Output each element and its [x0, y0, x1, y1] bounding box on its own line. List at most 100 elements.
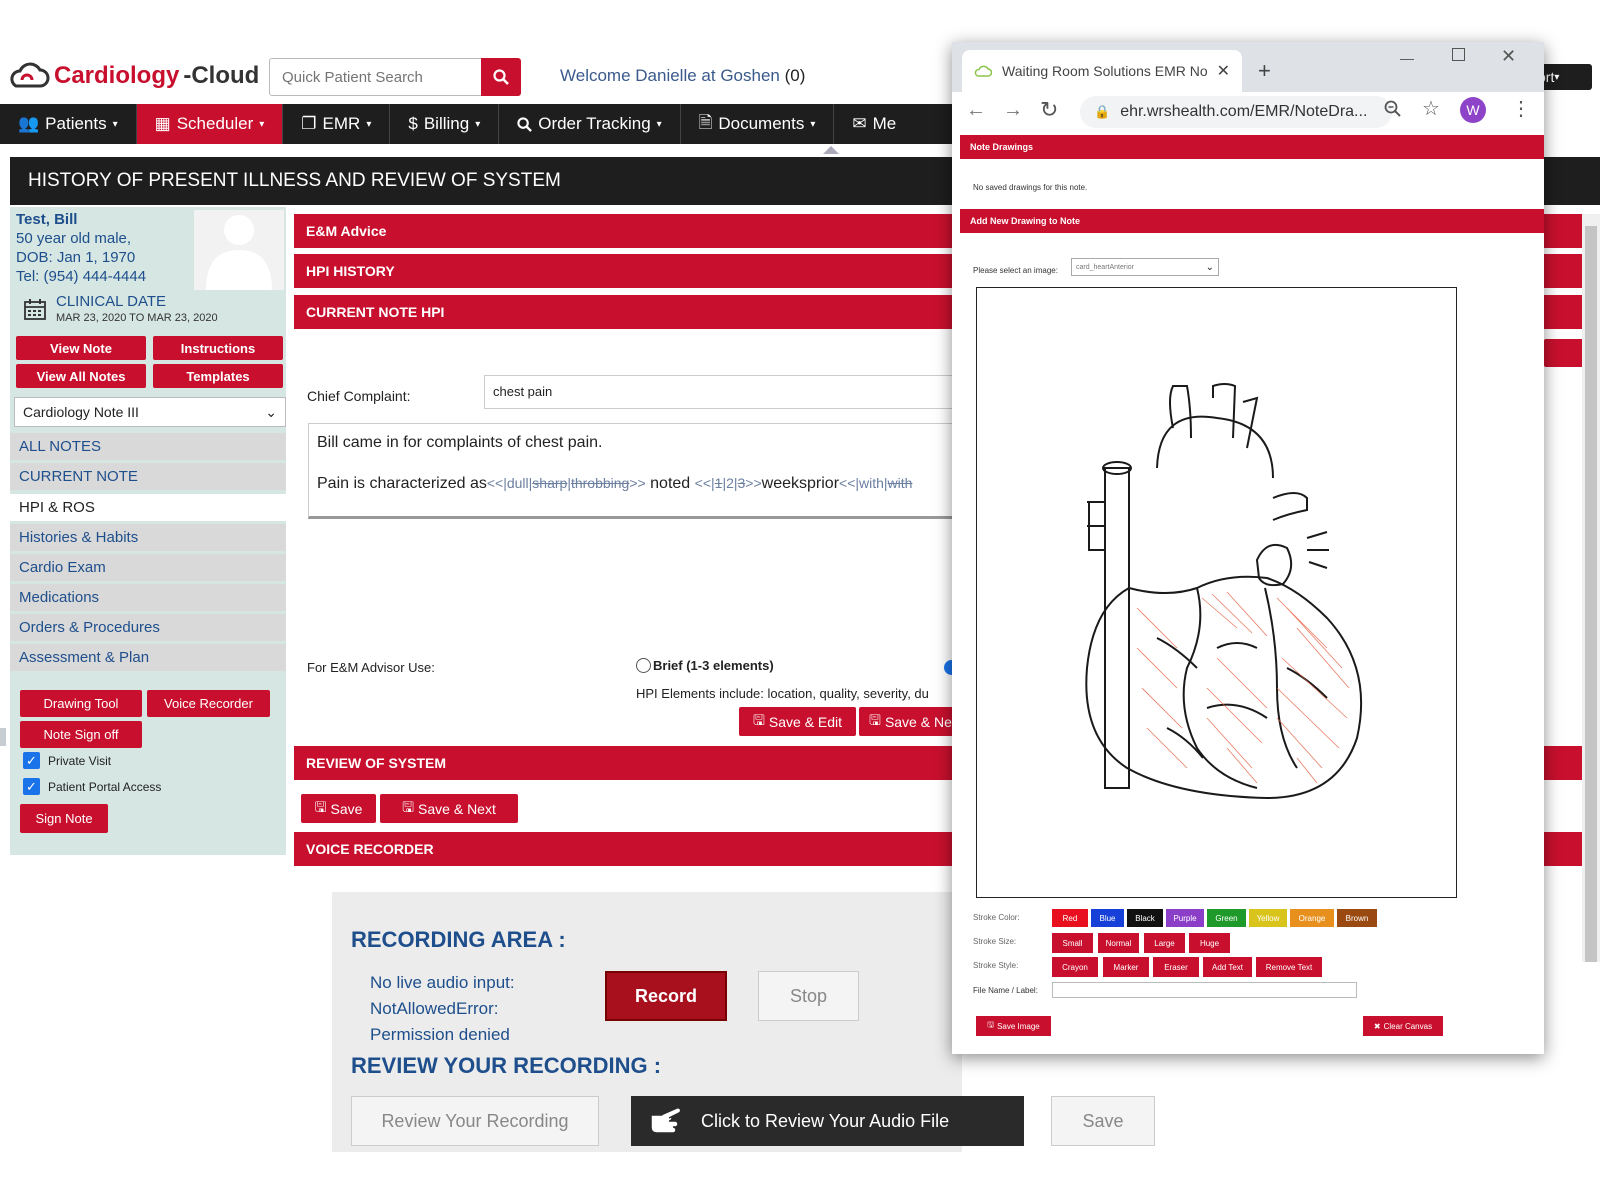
- nav-patients[interactable]: 👥 Patients ▾: [0, 104, 137, 144]
- close-tab-icon[interactable]: ✕: [1217, 61, 1230, 81]
- stroke-color-orange-button[interactable]: Orange: [1290, 909, 1334, 927]
- sidebar-item-all-notes[interactable]: ALL NOTES: [10, 433, 286, 460]
- hpi-option-struck[interactable]: sharp: [532, 475, 567, 491]
- stroke-style-crayon-button[interactable]: Crayon: [1052, 957, 1098, 977]
- search-button[interactable]: [481, 58, 521, 96]
- hpi-line-1: Bill came in for complaints of chest pai…: [317, 434, 603, 451]
- ros-save-next-button[interactable]: 🖫 Save & Next: [380, 794, 518, 823]
- sidebar-item-orders-procedures[interactable]: Orders & Procedures: [10, 614, 286, 641]
- drawing-tool-button[interactable]: Drawing Tool: [20, 690, 142, 717]
- nav-scheduler[interactable]: ▦ Scheduler ▾: [136, 104, 284, 144]
- new-tab-icon[interactable]: +: [1258, 58, 1271, 84]
- stroke-style-eraser-button[interactable]: Eraser: [1153, 957, 1199, 977]
- note-sign-off-button[interactable]: Note Sign off: [20, 721, 142, 748]
- recording-save-button[interactable]: Save: [1051, 1096, 1155, 1146]
- sidebar-item-assessment-plan[interactable]: Assessment & Plan: [10, 644, 286, 671]
- quick-patient-search-input[interactable]: [269, 58, 482, 96]
- note-template-select[interactable]: Cardiology Note III ⌄: [14, 397, 286, 427]
- view-all-notes-button[interactable]: View All Notes: [16, 364, 146, 388]
- ros-save-next-label: Save & Next: [418, 800, 496, 817]
- voice-recorder-button[interactable]: Voice Recorder: [147, 690, 270, 717]
- dollar-icon: $: [408, 114, 418, 133]
- stroke-color-red-button[interactable]: Red: [1052, 909, 1088, 927]
- welcome-message[interactable]: Welcome Danielle at Goshen (0): [560, 66, 805, 86]
- profile-avatar[interactable]: W: [1460, 97, 1486, 123]
- kebab-menu-icon[interactable]: ⋮: [1511, 96, 1531, 121]
- file-name-input[interactable]: [1052, 982, 1357, 998]
- hpi-option[interactable]: <<|: [695, 475, 715, 491]
- note-drawings-header[interactable]: Note Drawings: [960, 135, 1544, 159]
- hpi-textarea[interactable]: Bill came in for complaints of chest pai…: [308, 423, 964, 519]
- sidebar-item-current-note[interactable]: CURRENT NOTE: [10, 463, 286, 490]
- save-next-button-top[interactable]: 🖫 Save & Ne: [859, 707, 954, 736]
- stop-button[interactable]: Stop: [758, 971, 859, 1021]
- stroke-color-green-button[interactable]: Green: [1207, 909, 1246, 927]
- zoom-icon[interactable]: [1384, 100, 1402, 123]
- stroke-color-blue-button[interactable]: Blue: [1091, 909, 1124, 927]
- clinical-date-label: CLINICAL DATE: [56, 293, 167, 310]
- nav-documents[interactable]: 🗎 Documents ▾: [681, 104, 835, 144]
- nav-messages[interactable]: ✉ Me: [834, 104, 914, 144]
- app-logo[interactable]: Cardiology -Cloud: [6, 58, 259, 94]
- address-bar[interactable]: 🔒 ehr.wrshealth.com/EMR/NoteDra...: [1080, 96, 1392, 128]
- nav-emr[interactable]: ❐ EMR ▾: [283, 104, 391, 144]
- instructions-button[interactable]: Instructions: [153, 336, 283, 360]
- stroke-size-normal-button[interactable]: Normal: [1098, 933, 1139, 953]
- nav-label: Me: [872, 114, 897, 133]
- view-note-button[interactable]: View Note: [16, 336, 146, 360]
- nav-billing[interactable]: $ Billing ▾: [390, 104, 500, 144]
- sign-note-button[interactable]: Sign Note: [20, 804, 108, 833]
- nav-order-tracking[interactable]: Order Tracking ▾: [499, 104, 681, 144]
- back-arrow-icon[interactable]: ←: [966, 99, 986, 122]
- remove-text-button[interactable]: Remove Text: [1256, 957, 1322, 977]
- sidebar-item-cardio-exam[interactable]: Cardio Exam: [10, 554, 286, 581]
- drawing-canvas[interactable]: [976, 287, 1457, 898]
- add-text-button[interactable]: Add Text: [1203, 957, 1252, 977]
- browser-tab[interactable]: Waiting Room Solutions EMR No ✕: [962, 50, 1242, 92]
- stroke-color-yellow-button[interactable]: Yellow: [1249, 909, 1287, 927]
- hpi-option[interactable]: <<|with|: [839, 475, 888, 491]
- heart-anatomy-image: [1085, 383, 1363, 800]
- hpi-option[interactable]: |2|: [722, 475, 737, 491]
- forward-arrow-icon[interactable]: →: [1003, 99, 1023, 122]
- clear-canvas-button[interactable]: ✖ Clear Canvas: [1363, 1016, 1443, 1036]
- templates-button[interactable]: Templates: [153, 364, 283, 388]
- image-select[interactable]: card_heartAnterior ⌄: [1071, 258, 1219, 276]
- maximize-icon[interactable]: [1452, 48, 1465, 61]
- stroke-color-black-button[interactable]: Black: [1127, 909, 1163, 927]
- stroke-color-purple-button[interactable]: Purple: [1166, 909, 1204, 927]
- save-image-button[interactable]: 🖫 Save Image: [976, 1016, 1051, 1036]
- sidebar-collapse-handle[interactable]: [0, 728, 6, 746]
- stroke-size-huge-button[interactable]: Huge: [1189, 933, 1230, 953]
- add-new-drawing-label: Add New Drawing to Note: [970, 216, 1080, 226]
- save-edit-button[interactable]: 🖫 Save & Edit: [739, 707, 856, 736]
- hpi-option-struck[interactable]: with: [888, 475, 913, 491]
- patient-name[interactable]: Test, Bill: [16, 210, 146, 229]
- stroke-size-large-button[interactable]: Large: [1144, 933, 1185, 953]
- brief-radio[interactable]: Brief (1-3 elements): [636, 658, 774, 673]
- close-window-icon[interactable]: ✕: [1501, 46, 1516, 67]
- record-button[interactable]: Record: [605, 971, 727, 1021]
- sidebar-item-hpi-ros[interactable]: HPI & ROS: [10, 494, 286, 521]
- review-your-recording-button[interactable]: Review Your Recording: [351, 1096, 599, 1146]
- private-visit-checkbox[interactable]: ✓ Private Visit: [23, 752, 111, 769]
- page-scrollbar-thumb[interactable]: [1585, 226, 1597, 962]
- page-scrollbar[interactable]: [1582, 214, 1600, 962]
- minimize-icon[interactable]: —: [1400, 50, 1414, 66]
- sidebar-item-histories-habits[interactable]: Histories & Habits: [10, 524, 286, 551]
- reload-icon[interactable]: ↻: [1040, 97, 1058, 123]
- ros-save-button[interactable]: 🖫 Save: [301, 794, 376, 823]
- chief-complaint-input[interactable]: chest pain: [484, 375, 964, 409]
- stroke-size-small-button[interactable]: Small: [1052, 933, 1093, 953]
- partial-red-button[interactable]: [1544, 339, 1584, 367]
- patient-portal-access-checkbox[interactable]: ✓ Patient Portal Access: [23, 778, 161, 795]
- sidebar-item-medications[interactable]: Medications: [10, 584, 286, 611]
- stroke-color-brown-button[interactable]: Brown: [1337, 909, 1377, 927]
- hpi-option-struck[interactable]: throbbing: [571, 475, 629, 491]
- stroke-style-marker-button[interactable]: Marker: [1103, 957, 1149, 977]
- add-new-drawing-header[interactable]: Add New Drawing to Note: [960, 209, 1544, 233]
- click-to-review-audio-button[interactable]: Click to Review Your Audio File: [631, 1096, 1024, 1146]
- bookmark-star-icon[interactable]: ☆: [1422, 96, 1440, 121]
- hpi-option[interactable]: <<|dull|: [487, 475, 532, 491]
- collapse-caret-icon[interactable]: [823, 146, 839, 154]
